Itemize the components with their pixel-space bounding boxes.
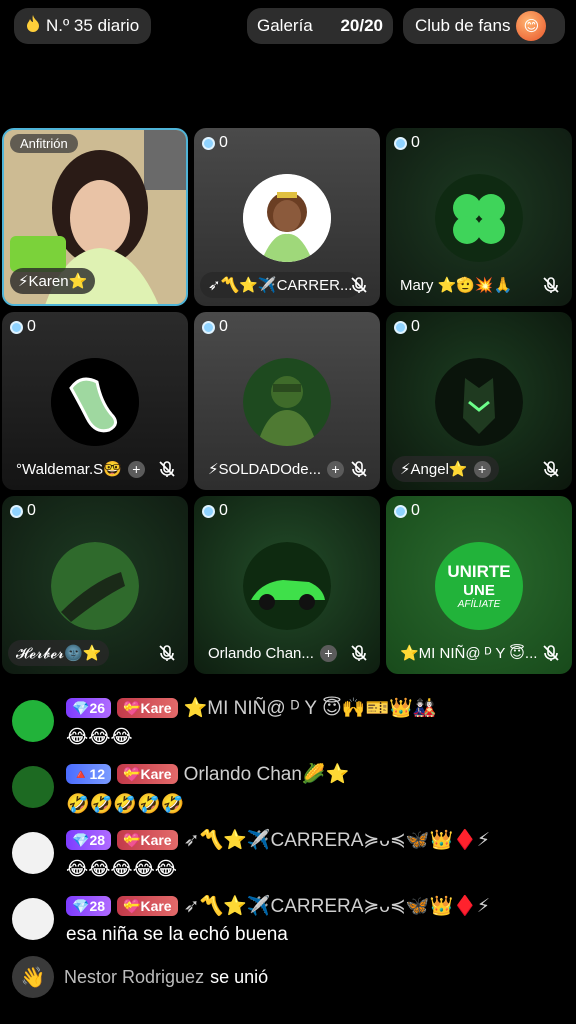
follow-plus-icon[interactable]: +: [327, 460, 345, 478]
host-label: Anfitrión: [10, 134, 78, 153]
chat-username: ➶〽️⭐✈️CARRERA≽ᴗ≼🦋👑♦️⚡: [183, 896, 491, 917]
guest-name[interactable]: Mary ⭐🫡💥🙏: [392, 272, 520, 298]
joined-user-name[interactable]: Nestor Rodriguez: [64, 967, 204, 988]
follow-plus-icon[interactable]: +: [473, 460, 491, 478]
mic-muted-icon: [159, 461, 175, 477]
chat-text: 😂😂😂😂😂: [66, 859, 178, 880]
fan-club-label: Club de fans: [415, 16, 511, 35]
fan-badge: 💝 Kare: [117, 764, 178, 784]
coin-icon: [394, 320, 407, 334]
chat-text: esa niña se la echó buena: [66, 924, 288, 945]
guest-avatar: [51, 358, 139, 446]
guest-avatar: [243, 358, 331, 446]
guest-tile[interactable]: 0 Mary ⭐🫡💥🙏: [386, 128, 572, 306]
guest-avatar: [435, 174, 523, 262]
chat-avatar: [12, 700, 54, 742]
gift-count: 0: [202, 502, 228, 520]
gallery-count: 20/20: [340, 16, 383, 35]
coin-icon: [394, 136, 407, 150]
chat-avatar: [12, 832, 54, 874]
mic-muted-icon: [543, 461, 559, 477]
guest-avatar: UNIRTE UNE AFÍLIATE: [435, 542, 523, 630]
level-badge: 🔺 12: [66, 764, 112, 784]
guest-tile[interactable]: 0 ➶〽️⭐✈️CARRER...: [194, 128, 380, 306]
guest-name[interactable]: ⚡SOLDADOde... +: [200, 456, 352, 482]
guest-avatar: [435, 358, 523, 446]
gallery-button[interactable]: Galería 20/20: [247, 8, 393, 44]
guest-tile[interactable]: 0 UNIRTE UNE AFÍLIATE ⭐MI NIÑ@ ᴰ Y 😇...: [386, 496, 572, 674]
fan-club-button[interactable]: Club de fans 😊: [403, 8, 565, 44]
coin-icon: [394, 504, 407, 518]
chat-text: 🤣🤣🤣🤣🤣: [66, 794, 185, 815]
gift-count: 0: [202, 134, 228, 152]
guest-name[interactable]: °Waldemar.S🤓 +: [8, 456, 153, 482]
gallery-label: Galería: [257, 16, 313, 35]
chat-text: 😂😂😂: [66, 727, 133, 748]
level-badge: 💎 26: [66, 698, 112, 718]
gift-count: 0: [10, 502, 36, 520]
guest-tile[interactable]: 0 °Waldemar.S🤓 +: [2, 312, 188, 490]
mic-muted-icon: [351, 461, 367, 477]
fire-icon: [26, 14, 40, 38]
follow-plus-icon[interactable]: +: [319, 644, 337, 662]
gift-count: 0: [202, 318, 228, 336]
guest-avatar: [51, 542, 139, 630]
fan-badge: 💝 Kare: [117, 896, 178, 916]
mic-muted-icon: [159, 645, 175, 661]
coin-icon: [10, 320, 23, 334]
logo-text: UNIRTE: [447, 562, 511, 581]
logo-text: AFÍLIATE: [457, 599, 501, 610]
fan-badge: 💝 Kare: [117, 830, 178, 850]
guest-avatar: [243, 174, 331, 262]
guest-tile[interactable]: 0 ⚡SOLDADOde... +: [194, 312, 380, 490]
mic-muted-icon: [351, 645, 367, 661]
daily-rank-pill[interactable]: N.º 35 diario: [14, 8, 152, 44]
chat-avatar: [12, 766, 54, 808]
gift-count: 0: [394, 318, 420, 336]
wave-hand-icon: 👋: [12, 956, 54, 998]
mic-muted-icon: [543, 277, 559, 293]
gift-count: 0: [10, 318, 36, 336]
chat-username: ➶〽️⭐✈️CARRERA≽ᴗ≼🦋👑♦️⚡: [183, 830, 491, 851]
level-badge: 💎 28: [66, 896, 112, 916]
logo-text: UNE: [463, 582, 495, 599]
coin-icon: [202, 320, 215, 334]
guest-tile[interactable]: 0 𝓗𝓮𝓻𝓫𝓮𝓻🌚⭐: [2, 496, 188, 674]
chat-avatar: [12, 898, 54, 940]
guest-tile[interactable]: 0 ⚡Angel⭐ +: [386, 312, 572, 490]
coin-icon: [10, 504, 23, 518]
guest-name[interactable]: ⚡Karen⭐: [10, 268, 96, 294]
chat-username: Orlando Chan🌽⭐: [183, 764, 350, 785]
guest-name[interactable]: ➶〽️⭐✈️CARRER...: [200, 272, 361, 298]
join-notice: 👋 Nestor Rodriguez se unió: [12, 956, 268, 998]
gift-count: 0: [394, 134, 420, 152]
mic-muted-icon: [543, 645, 559, 661]
coin-icon: [202, 504, 215, 518]
daily-rank-label: N.º 35 diario: [46, 16, 140, 35]
level-badge: 💎 28: [66, 830, 112, 850]
guest-name[interactable]: Orlando Chan... +: [200, 640, 345, 666]
guest-name[interactable]: 𝓗𝓮𝓻𝓫𝓮𝓻🌚⭐: [8, 640, 110, 666]
joined-text: se unió: [210, 966, 269, 987]
coin-icon: [202, 136, 215, 150]
follow-plus-icon[interactable]: +: [127, 460, 145, 478]
fan-club-badge-icon: 😊: [516, 11, 547, 41]
guest-name[interactable]: ⭐MI NIÑ@ ᴰ Y 😇...: [392, 640, 545, 666]
guest-avatar: [243, 542, 331, 630]
guest-name[interactable]: ⚡Angel⭐ +: [392, 456, 499, 482]
fan-badge: 💝 Kare: [117, 698, 178, 718]
chat-username: ⭐MI NIÑ@ ᴰ Y 😇🙌🎫👑🎎: [183, 698, 437, 719]
host-tile[interactable]: Anfitrión ⚡Karen⭐: [2, 128, 188, 306]
gift-count: 0: [394, 502, 420, 520]
guest-tile[interactable]: 0 Orlando Chan... +: [194, 496, 380, 674]
mic-muted-icon: [351, 277, 367, 293]
guest-grid: Anfitrión ⚡Karen⭐ 0 ➶〽️⭐✈️CARRER... 0 Ma…: [2, 128, 574, 676]
